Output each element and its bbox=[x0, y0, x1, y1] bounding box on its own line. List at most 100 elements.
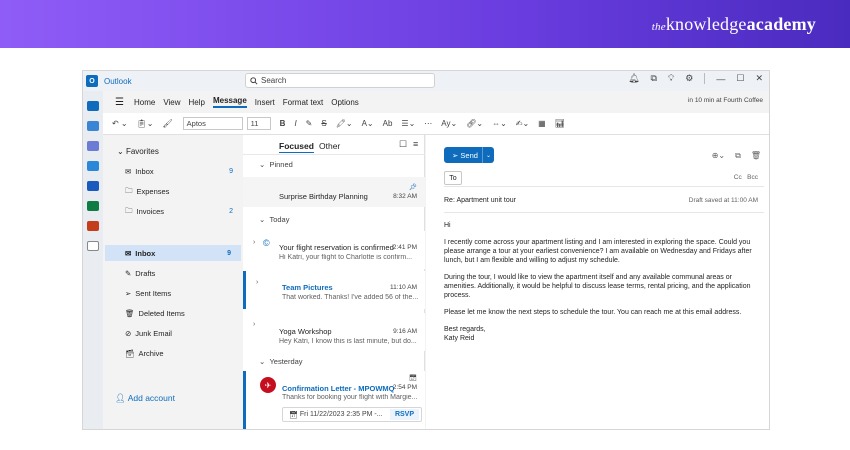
mail-icon[interactable] bbox=[87, 101, 99, 111]
chevron-right-icon[interactable]: › bbox=[253, 239, 255, 246]
italic-icon[interactable]: I bbox=[294, 119, 296, 128]
cc-link[interactable]: Cc bbox=[734, 174, 742, 181]
format-painter-icon[interactable]: 🖌︎ bbox=[163, 119, 173, 128]
menu-home[interactable]: Home bbox=[134, 98, 155, 107]
folder-inbox[interactable]: ✉ Inbox 9 bbox=[105, 245, 241, 261]
mail-item[interactable]: Surprise Birthday Planning 📌︎ 8:32 AM bbox=[243, 177, 425, 207]
tab-other[interactable]: Other bbox=[319, 141, 340, 151]
chevron-right-icon[interactable]: › bbox=[253, 321, 255, 328]
titlebar-divider bbox=[704, 73, 706, 84]
favorites-header[interactable]: ⌄ Favorites bbox=[117, 147, 159, 156]
folder-count: 9 bbox=[227, 249, 231, 257]
send-options-icon[interactable]: ⌄ bbox=[482, 147, 494, 163]
paragraph-icon[interactable]: ☰⌄ bbox=[401, 119, 415, 128]
font-color-icon[interactable]: A⌄ bbox=[362, 119, 374, 128]
section-pinned[interactable]: ⌄ Pinned bbox=[259, 160, 293, 169]
tab-focused[interactable]: Focused bbox=[279, 141, 314, 151]
powerpoint-icon[interactable] bbox=[87, 221, 99, 231]
message-body[interactable]: Hi I recently come across your apartment… bbox=[444, 221, 762, 343]
folder-drafts[interactable]: ✎ Drafts bbox=[125, 267, 243, 279]
section-today[interactable]: ⌄ Today bbox=[259, 215, 289, 224]
table-icon[interactable]: ▦ bbox=[538, 119, 546, 128]
add-account-link[interactable]: 👤︎ Add account bbox=[115, 393, 175, 404]
send-button[interactable]: ➢ Send ⌄ bbox=[444, 147, 494, 163]
folder-sent[interactable]: ➢ Sent Items bbox=[125, 287, 243, 299]
styles-icon[interactable]: Ab bbox=[383, 119, 393, 128]
mail-subject: Team Pictures bbox=[282, 283, 333, 292]
mail-item[interactable]: ✈ Confirmation Letter - MPOWMQ 📅︎ 2:54 P… bbox=[243, 371, 425, 429]
menu-format-text[interactable]: Format text bbox=[283, 98, 323, 107]
app-name: Outlook bbox=[104, 76, 132, 86]
chart-icon[interactable]: 📊︎ bbox=[555, 119, 565, 128]
calendar-icon[interactable] bbox=[87, 121, 99, 131]
clipboard-icon[interactable]: 📋︎⌄ bbox=[137, 119, 154, 128]
subject-field[interactable]: Re: Apartment unit tour Draft saved at 1… bbox=[444, 197, 764, 213]
font-select[interactable]: Aptos bbox=[182, 117, 243, 130]
undo-icon[interactable]: ↶ ⌄ bbox=[112, 119, 128, 128]
menu-options[interactable]: Options bbox=[331, 98, 359, 107]
strikethrough-icon[interactable]: S bbox=[321, 119, 326, 128]
zoom-icon[interactable]: ⊕⌄ bbox=[712, 151, 725, 161]
search-input[interactable]: Search bbox=[245, 73, 435, 88]
close-icon[interactable]: ✕ bbox=[755, 73, 763, 84]
highlight-icon[interactable]: ✎ bbox=[306, 119, 313, 128]
cc-bcc[interactable]: Cc Bcc bbox=[734, 174, 758, 181]
maximize-icon[interactable]: ☐ bbox=[736, 73, 744, 84]
font-size-select[interactable]: 11 bbox=[246, 117, 271, 130]
link-icon[interactable]: ⇔⌄ bbox=[492, 119, 507, 128]
lightbulb-icon[interactable]: 💡︎ bbox=[668, 73, 674, 84]
rsvp-button[interactable]: RSVP bbox=[389, 409, 419, 420]
section-yesterday[interactable]: ⌄ Yesterday bbox=[259, 357, 303, 366]
folder-fav-inbox[interactable]: ✉ Inbox 9 bbox=[125, 165, 243, 177]
filter-icon[interactable]: ≡ bbox=[413, 139, 418, 149]
folder-deleted[interactable]: 🗑︎ Deleted Items bbox=[125, 307, 243, 319]
mail-item[interactable]: › Team Pictures That worked. Thanks! I'v… bbox=[243, 271, 425, 309]
to-button[interactable]: To bbox=[444, 171, 462, 185]
mail-item[interactable]: › Yoga Workshop Hey Katri, I know this i… bbox=[243, 313, 425, 351]
sender-avatar: ✈ bbox=[260, 377, 276, 393]
mail-item[interactable]: › © Your flight reservation is confirmed… bbox=[243, 231, 425, 269]
mail-subject: Yoga Workshop bbox=[279, 327, 332, 336]
chevron-right-icon[interactable]: › bbox=[256, 279, 258, 286]
discard-icon[interactable]: 🗑︎ bbox=[751, 151, 761, 161]
menu-help[interactable]: Help bbox=[189, 98, 205, 107]
promo-banner: theknowledgeacademy bbox=[0, 0, 850, 48]
body-paragraph: I recently come across your apartment li… bbox=[444, 239, 752, 264]
menu-message[interactable]: Message bbox=[212, 96, 247, 108]
hamburger-icon[interactable]: ☰ bbox=[115, 97, 124, 108]
bell-icon[interactable]: 🔔︎ bbox=[628, 73, 639, 84]
menu-view[interactable]: View bbox=[163, 98, 180, 107]
dictate-icon[interactable]: Ay⌄ bbox=[441, 119, 457, 128]
archive-icon: 🗃︎ bbox=[125, 348, 135, 358]
body-signoff: Best regards, bbox=[444, 326, 486, 333]
mail-time: 8:32 AM bbox=[393, 193, 417, 200]
menu-insert[interactable]: Insert bbox=[255, 98, 275, 107]
clipboard-icon[interactable]: ⧉ bbox=[651, 73, 657, 84]
highlight-color-icon[interactable]: 🖍︎⌄ bbox=[336, 119, 353, 128]
apps-icon[interactable] bbox=[87, 241, 99, 251]
send-icon: ➢ bbox=[452, 150, 459, 160]
bold-icon[interactable]: B bbox=[280, 119, 286, 128]
gear-icon[interactable]: ⚙ bbox=[685, 73, 693, 84]
brand-the: the bbox=[651, 21, 666, 33]
popout-icon[interactable]: ⧉ bbox=[735, 151, 741, 161]
todo-icon[interactable] bbox=[87, 161, 99, 171]
signature-icon[interactable]: ✍︎⌄ bbox=[516, 119, 529, 128]
folder-fav-expenses[interactable]: 🗀 Expenses bbox=[125, 185, 243, 197]
word-icon[interactable] bbox=[87, 181, 99, 191]
search-placeholder: Search bbox=[261, 76, 287, 85]
pin-icon[interactable]: 📌︎ bbox=[409, 183, 417, 191]
more-icon[interactable]: ⋯ bbox=[424, 119, 432, 128]
people-icon[interactable] bbox=[87, 141, 99, 151]
select-icon[interactable]: ☐ bbox=[399, 139, 407, 150]
attach-icon[interactable]: 🔗︎⌄ bbox=[466, 119, 483, 128]
appointment-reminder[interactable]: in 10 min at Fourth Coffee bbox=[688, 97, 763, 104]
folder-fav-invoices[interactable]: 🗀 Invoices 2 bbox=[125, 205, 243, 217]
to-field[interactable]: To Cc Bcc bbox=[444, 171, 764, 187]
folder-archive[interactable]: 🗃︎ Archive bbox=[125, 347, 243, 359]
minimize-icon[interactable]: — bbox=[716, 74, 725, 84]
excel-icon[interactable] bbox=[87, 201, 99, 211]
bcc-link[interactable]: Bcc bbox=[747, 174, 758, 181]
sender-logo-icon: © bbox=[263, 238, 270, 248]
folder-junk[interactable]: ⊘ Junk Email bbox=[125, 327, 243, 339]
